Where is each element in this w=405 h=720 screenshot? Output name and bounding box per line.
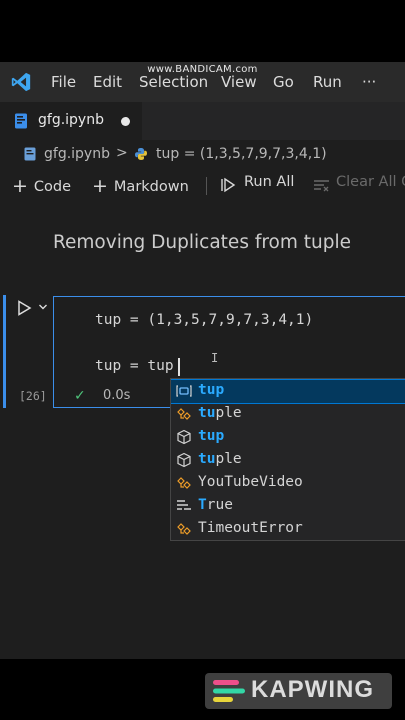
class-icon	[177, 523, 191, 535]
suggestion-label: tuple	[198, 405, 242, 421]
suggestion-item[interactable]: tuple	[171, 403, 405, 426]
notebook-file-icon	[15, 113, 27, 129]
breadcrumb-separator: >	[116, 145, 128, 161]
class-icon	[177, 477, 191, 489]
keyword-icon	[177, 500, 191, 510]
suggestion-match: T	[198, 497, 207, 513]
clear-all-outputs-button[interactable]: Clear All O	[336, 174, 405, 190]
editor-tab-bar: gfg.ipynb	[0, 102, 405, 140]
suggestion-text: utError	[241, 520, 303, 536]
menu-overflow-button[interactable]: ···	[362, 73, 376, 91]
suggestion-item[interactable]: TimeoutError	[171, 518, 405, 540]
toolbar-divider	[206, 177, 207, 195]
suggestion-text: rue	[206, 497, 233, 513]
suggestion-text: Timeo	[198, 520, 242, 536]
menu-file[interactable]: File	[51, 73, 76, 91]
suggestion-label: tup	[198, 428, 224, 444]
mouse-ibeam-cursor: I	[211, 351, 219, 365]
chevron-down-icon[interactable]	[38, 302, 48, 312]
suggestion-label: tup	[198, 382, 224, 398]
suggestion-match: tu	[198, 405, 216, 421]
unsaved-dot-icon[interactable]	[121, 117, 130, 126]
plus-icon: +	[12, 175, 28, 197]
autocomplete-suggestions: tup tuple tup tuple YouTubeVideo True TimeoutE…	[170, 378, 405, 541]
run-cell-icon[interactable]	[16, 300, 32, 316]
suggestion-label: tuple	[198, 451, 242, 467]
menu-go[interactable]: Go	[273, 73, 294, 91]
execution-time: 0.0s	[103, 388, 131, 403]
notebook-toolbar: + Code + Markdown Run All Clear All O	[0, 168, 405, 198]
cell-focus-indicator	[3, 295, 6, 408]
breadcrumb-file[interactable]: gfg.ipynb	[44, 146, 110, 162]
add-markdown-label: Markdown	[113, 179, 189, 195]
suggestion-label: TimeoutError	[198, 520, 303, 536]
notebook-file-icon	[24, 147, 36, 161]
kapwing-watermark: KAPWING	[205, 673, 392, 709]
breadcrumb-symbol[interactable]: tup = (1,3,5,7,9,7,3,4,1)	[156, 146, 327, 162]
clear-all-icon	[314, 180, 329, 192]
suggestion-match: tup	[198, 428, 225, 444]
module-icon	[177, 452, 191, 468]
kapwing-wordmark: KAPWING	[251, 676, 374, 703]
module-icon	[177, 429, 191, 445]
suggestion-item[interactable]: YouTubeVideo	[171, 472, 405, 495]
menu-run[interactable]: Run	[313, 73, 342, 91]
class-icon	[177, 408, 191, 420]
tab-label: gfg.ipynb	[38, 112, 104, 128]
tab-gfg-ipynb[interactable]: gfg.ipynb	[0, 102, 142, 140]
python-icon	[135, 148, 147, 160]
screen-recorder-watermark: www.BANDICAM.com	[147, 64, 258, 75]
add-code-label: Code	[33, 179, 72, 195]
suggestion-match: tup	[198, 382, 225, 398]
execution-count: [26]	[19, 389, 47, 403]
suggestion-item[interactable]: tuple	[171, 449, 405, 472]
suggestion-item[interactable]: True	[171, 495, 405, 518]
code-line-2: tup = tup	[95, 358, 174, 374]
menu-view[interactable]: View	[221, 73, 257, 91]
breadcrumb: gfg.ipynb > tup = (1,3,5,7,9,7,3,4,1)	[0, 142, 405, 168]
suggestion-item[interactable]: tup	[171, 426, 405, 449]
suggestion-label: True	[198, 497, 233, 513]
suggestion-item[interactable]: tup	[171, 379, 405, 404]
menu-selection[interactable]: Selection	[139, 73, 208, 91]
code-line-1: tup = (1,3,5,7,9,7,3,4,1)	[95, 312, 314, 328]
markdown-cell-heading[interactable]: Removing Duplicates from tuple	[53, 232, 351, 253]
add-markdown-cell-button[interactable]: + Markdown	[92, 174, 189, 197]
kapwing-logo-icon	[213, 680, 245, 702]
success-check-icon: ✓	[74, 388, 86, 404]
variable-icon	[176, 385, 192, 397]
suggestion-label: YouTubeVideo	[198, 474, 303, 490]
suggestion-text: YouTu	[198, 474, 242, 490]
run-all-button[interactable]: Run All	[244, 174, 294, 190]
suggestion-text: ple	[215, 451, 242, 467]
menu-edit[interactable]: Edit	[93, 73, 122, 91]
run-all-icon	[221, 177, 236, 193]
suggestion-match: tu	[198, 451, 216, 467]
vscode-window: File Edit Selection View Go Run ··· gfg.…	[0, 62, 405, 659]
text-cursor	[178, 358, 180, 376]
add-code-cell-button[interactable]: + Code	[12, 174, 72, 197]
suggestion-text: ple	[215, 405, 242, 421]
plus-icon: +	[92, 175, 108, 197]
suggestion-text: beVideo	[241, 474, 303, 490]
